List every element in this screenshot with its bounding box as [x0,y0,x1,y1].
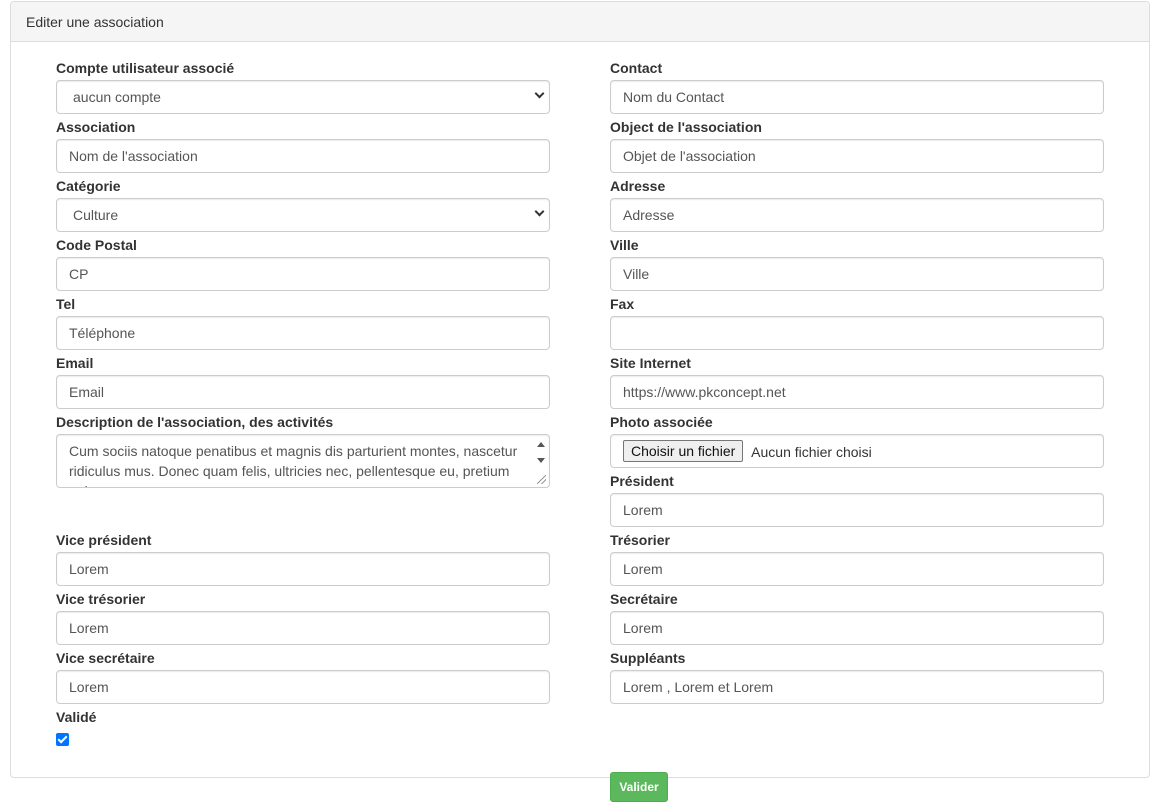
fax-group: Fax [610,294,1104,350]
tresorier-value: Lorem [623,561,663,577]
photo-label: Photo associée [610,414,713,430]
code-postal-label: Code Postal [56,237,137,253]
suppleants-input[interactable]: Lorem , Lorem et Lorem [610,670,1104,704]
email-group: Email Email [56,353,550,409]
description-label: Description de l'association, des activi… [56,414,334,430]
code-postal-input[interactable]: CP [56,257,550,291]
tel-placeholder: Téléphone [69,325,136,341]
categorie-select[interactable]: Culture [56,198,550,232]
site-label: Site Internet [610,355,691,371]
tresorier-input[interactable]: Lorem [610,552,1104,586]
categorie-group: Catégorie Culture [56,176,550,232]
tel-group: Tel Téléphone [56,294,550,350]
contact-group: Contact Nom du Contact [610,58,1104,114]
email-input[interactable]: Email [56,375,550,409]
vice-tresorier-group: Vice trésorier Lorem [56,589,550,645]
compte-select[interactable]: aucun compte [56,80,550,114]
tresorier-label: Trésorier [610,532,670,548]
edit-association-panel: Editer une association Compte utilisateu… [10,1,1150,802]
ville-input[interactable]: Ville [610,257,1104,291]
tresorier-group: Trésorier Lorem [610,530,1104,586]
vice-secretaire-group: Vice secrétaire Lorem [56,648,550,704]
president-value: Lorem [623,502,663,518]
fax-label: Fax [610,296,635,312]
vice-tresorier-input[interactable]: Lorem [56,611,550,645]
association-group: Association Nom de l'association [56,117,550,173]
adresse-placeholder: Adresse [623,207,675,223]
vice-tresorier-value: Lorem [69,620,109,636]
adresse-input[interactable]: Adresse [610,198,1104,232]
objet-placeholder: Objet de l'association [623,148,756,164]
site-group: Site Internet https://www.pkconcept.net [610,353,1104,409]
description-textarea[interactable]: Cum sociis natoque penatibus et magnis d… [56,434,550,488]
tel-input[interactable]: Téléphone [56,316,550,350]
email-placeholder: Email [69,384,105,400]
vice-secretaire-label: Vice secrétaire [56,650,155,666]
categorie-label: Catégorie [56,178,121,194]
association-input[interactable]: Nom de l'association [56,139,550,173]
valide-checkbox[interactable] [56,733,69,746]
site-value: https://www.pkconcept.net [623,384,786,400]
chevron-down-icon [534,88,545,99]
valider-button[interactable]: Valider [610,772,668,802]
tel-label: Tel [56,296,76,312]
categorie-select-value: Culture [73,207,119,223]
scroll-down-icon[interactable] [537,458,545,463]
description-text: Cum sociis natoque penatibus et magnis d… [69,443,518,487]
photo-group: Photo associée Choisir un fichier Aucun … [610,412,1104,468]
fax-input[interactable] [610,316,1104,350]
secretaire-group: Secrétaire Lorem [610,589,1104,645]
chevron-down-icon [534,206,545,217]
code-postal-placeholder: CP [69,266,89,282]
email-label: Email [56,355,94,371]
ville-group: Ville Ville [610,235,1104,291]
suppleants-label: Suppléants [610,650,686,666]
file-status: Aucun fichier choisi [751,444,872,461]
choose-file-button[interactable]: Choisir un fichier [623,440,744,463]
compte-group: Compte utilisateur associé aucun compte [56,58,550,114]
resize-grip-icon[interactable] [537,475,546,484]
contact-placeholder: Nom du Contact [623,89,725,105]
president-input[interactable]: Lorem [610,493,1104,527]
secretaire-value: Lorem [623,620,663,636]
textarea-scrollbar[interactable] [533,436,548,486]
vice-tresorier-label: Vice trésorier [56,591,146,607]
valide-group: Validé [56,707,550,751]
code-postal-group: Code Postal CP [56,235,550,291]
ville-placeholder: Ville [623,266,650,282]
association-placeholder: Nom de l'association [69,148,198,164]
photo-file-input[interactable]: Choisir un fichier Aucun fichier choisi [610,434,1104,468]
suppleants-value: Lorem , Lorem et Lorem [623,679,774,695]
valide-label: Validé [56,709,97,725]
description-group: Description de l'association, des activi… [56,412,550,488]
site-input[interactable]: https://www.pkconcept.net [610,375,1104,409]
president-group: Président Lorem [610,471,1104,527]
association-label: Association [56,119,136,135]
adresse-label: Adresse [610,178,666,194]
adresse-group: Adresse Adresse [610,176,1104,232]
president-label: Président [610,473,674,489]
contact-input[interactable]: Nom du Contact [610,80,1104,114]
contact-label: Contact [610,60,663,76]
objet-input[interactable]: Objet de l'association [610,139,1104,173]
secretaire-input[interactable]: Lorem [610,611,1104,645]
vice-president-group: Vice président Lorem [56,530,550,586]
vice-secretaire-value: Lorem [69,679,109,695]
scroll-up-icon[interactable] [537,442,545,447]
vice-president-input[interactable]: Lorem [56,552,550,586]
ville-label: Ville [610,237,639,253]
objet-label: Object de l'association [610,119,762,135]
compte-select-value: aucun compte [73,89,161,105]
secretaire-label: Secrétaire [610,591,678,607]
vice-president-value: Lorem [69,561,109,577]
panel-title: Editer une association [11,2,1149,42]
suppleants-group: Suppléants Lorem , Lorem et Lorem [610,648,1104,704]
vice-president-label: Vice président [56,532,152,548]
objet-group: Object de l'association Objet de l'assoc… [610,117,1104,173]
compte-label: Compte utilisateur associé [56,60,235,76]
vice-secretaire-input[interactable]: Lorem [56,670,550,704]
